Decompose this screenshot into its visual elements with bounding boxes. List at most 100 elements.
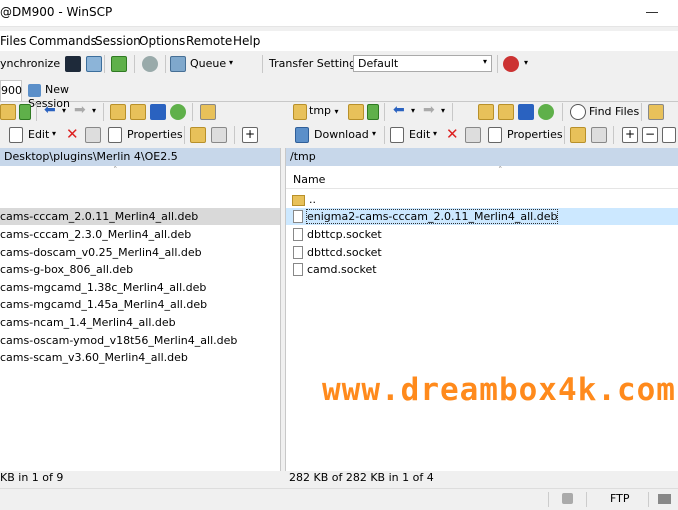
synchronize-button[interactable]: ynchronize xyxy=(0,57,60,70)
menu-commands[interactable]: Commands xyxy=(29,34,97,48)
rename-icon[interactable] xyxy=(85,127,101,143)
title-bar: @DM900 - WinSCP xyxy=(0,0,678,27)
menu-remote[interactable]: Remote xyxy=(186,34,232,48)
chevron-down-icon[interactable]: ▾ xyxy=(52,129,56,138)
terminal-icon[interactable] xyxy=(65,56,81,72)
list-item[interactable]: cams-scam_v3.60_Merlin4_all.deb xyxy=(0,349,280,366)
delete-icon[interactable]: ✕ xyxy=(446,125,459,143)
root-folder-icon[interactable] xyxy=(130,104,146,120)
forward-arrow-icon[interactable]: ➡ xyxy=(74,102,86,118)
left-status: KB in 1 of 9 xyxy=(0,471,64,484)
new-file-icon[interactable] xyxy=(211,127,227,143)
menu-session[interactable]: Session xyxy=(95,34,141,48)
folder-icon xyxy=(293,104,307,120)
open-folder-icon[interactable] xyxy=(348,104,364,120)
connect-icon[interactable] xyxy=(503,56,519,72)
left-edit-button[interactable]: Edit xyxy=(28,128,49,141)
refresh-icon[interactable] xyxy=(111,56,127,72)
filter-icon[interactable] xyxy=(367,104,379,120)
remote-dir-select[interactable]: tmp ▾ xyxy=(309,104,339,117)
refresh-icon[interactable] xyxy=(538,104,554,120)
home-icon[interactable] xyxy=(518,104,534,120)
select-icon[interactable] xyxy=(662,127,676,143)
main-toolbar: ynchronize Queue ▾ Transfer Settings Def… xyxy=(0,53,678,75)
left-file-list[interactable]: ˄ cams-cccam_2.0.11_Merlin4_all.deb cams… xyxy=(0,166,280,471)
table-row[interactable]: camd.socket xyxy=(286,261,678,278)
chevron-down-icon: ▾ xyxy=(334,107,339,116)
home-icon[interactable] xyxy=(150,104,166,120)
table-row[interactable]: dbttcd.socket xyxy=(286,244,678,261)
right-file-list[interactable]: Name ˄ .. enigma2-cams-cccam_2.0.11_Merl… xyxy=(286,166,678,471)
new-file-icon[interactable] xyxy=(591,127,607,143)
chevron-down-icon[interactable]: ▾ xyxy=(441,106,445,115)
minimize-icon[interactable] xyxy=(646,12,658,13)
find-icon xyxy=(570,104,586,120)
left-properties-button[interactable]: Properties xyxy=(127,128,183,141)
forward-arrow-icon[interactable]: ➡ xyxy=(423,102,435,118)
find-files-button[interactable]: Find Files xyxy=(589,105,639,118)
plus-icon[interactable]: + xyxy=(622,127,638,143)
new-folder-icon[interactable] xyxy=(190,127,206,143)
watermark: www.dreambox4k.com xyxy=(322,372,676,408)
column-header[interactable]: Name ˄ xyxy=(286,166,678,189)
filter-icon[interactable] xyxy=(19,104,31,120)
list-item[interactable]: cams-oscam-ymod_v18t56_Merlin4_all.deb xyxy=(0,332,280,349)
properties-icon xyxy=(488,127,502,143)
table-row[interactable]: dbttcp.socket xyxy=(286,226,678,243)
right-properties-button[interactable]: Properties xyxy=(507,128,563,141)
protocol-label: FTP xyxy=(610,492,630,505)
chevron-down-icon[interactable]: ▾ xyxy=(524,58,528,67)
refresh-icon[interactable] xyxy=(170,104,186,120)
queue-button[interactable]: Queue xyxy=(190,57,226,70)
menu-bar: Files Commands Session Options Remote He… xyxy=(0,31,678,51)
tab-new-session[interactable]: New Session xyxy=(22,80,112,110)
parent-folder-icon[interactable] xyxy=(478,104,494,120)
navigation-toolbar: ⬅ ▾ ➡ ▾ tmp ▾ ⬅ ▾ ➡ ▾ Find Files xyxy=(0,101,678,123)
gear-icon[interactable] xyxy=(142,56,158,72)
chevron-down-icon[interactable]: ▾ xyxy=(229,58,233,67)
chevron-down-icon[interactable]: ▾ xyxy=(372,129,376,138)
list-item[interactable]: cams-doscam_v0.25_Merlin4_all.deb xyxy=(0,244,280,261)
chevron-down-icon[interactable]: ▾ xyxy=(433,129,437,138)
chevron-down-icon[interactable]: ▾ xyxy=(92,106,96,115)
plus-icon[interactable]: + xyxy=(242,127,258,143)
session-tabs: 900 New Session xyxy=(0,79,678,110)
tab-current-session[interactable]: 900 xyxy=(0,80,22,101)
file-icon xyxy=(293,209,303,223)
list-item[interactable]: cams-mgcamd_1.45a_Merlin4_all.deb xyxy=(0,296,280,313)
rename-icon[interactable] xyxy=(465,127,481,143)
parent-folder-icon[interactable] xyxy=(110,104,126,120)
menu-help[interactable]: Help xyxy=(233,34,260,48)
folder-icon[interactable] xyxy=(0,104,16,120)
minus-icon[interactable]: − xyxy=(642,127,658,143)
right-edit-button[interactable]: Edit xyxy=(409,128,430,141)
list-item[interactable]: cams-cccam_2.0.11_Merlin4_all.deb xyxy=(0,208,280,225)
edit-icon xyxy=(390,127,404,143)
file-icon xyxy=(293,227,303,241)
list-item[interactable]: cams-cccam_2.3.0_Merlin4_all.deb xyxy=(0,226,280,243)
back-arrow-icon[interactable]: ⬅ xyxy=(393,102,405,118)
sort-indicator-icon: ˄ xyxy=(498,166,503,176)
table-row[interactable]: enigma2-cams-cccam_2.0.11_Merlin4_all.de… xyxy=(286,208,678,225)
left-path-bar[interactable]: Desktop\plugins\Merlin 4\OE2.5 xyxy=(0,148,280,166)
back-arrow-icon[interactable]: ⬅ xyxy=(44,102,56,118)
list-item[interactable]: cams-g-box_806_all.deb xyxy=(0,261,280,278)
transfer-settings-select[interactable]: Default ▾ xyxy=(353,55,492,72)
download-button[interactable]: Download xyxy=(314,128,369,141)
menu-options[interactable]: Options xyxy=(139,34,185,48)
menu-files[interactable]: Files xyxy=(0,34,26,48)
new-folder-icon[interactable] xyxy=(570,127,586,143)
tree-icon[interactable] xyxy=(648,104,664,120)
chevron-down-icon[interactable]: ▾ xyxy=(411,106,415,115)
chevron-down-icon[interactable]: ▾ xyxy=(62,106,66,115)
root-folder-icon[interactable] xyxy=(498,104,514,120)
parent-dir-row[interactable]: .. xyxy=(292,191,678,208)
list-item[interactable]: cams-ncam_1.4_Merlin4_all.deb xyxy=(0,314,280,331)
right-path-bar[interactable]: /tmp xyxy=(286,148,678,166)
queue-icon[interactable] xyxy=(170,56,186,72)
delete-icon[interactable]: ✕ xyxy=(66,125,79,143)
monitor-icon xyxy=(28,83,41,97)
transfer-icon[interactable] xyxy=(86,56,102,72)
list-item[interactable]: cams-mgcamd_1.38c_Merlin4_all.deb xyxy=(0,279,280,296)
tree-icon[interactable] xyxy=(200,104,216,120)
